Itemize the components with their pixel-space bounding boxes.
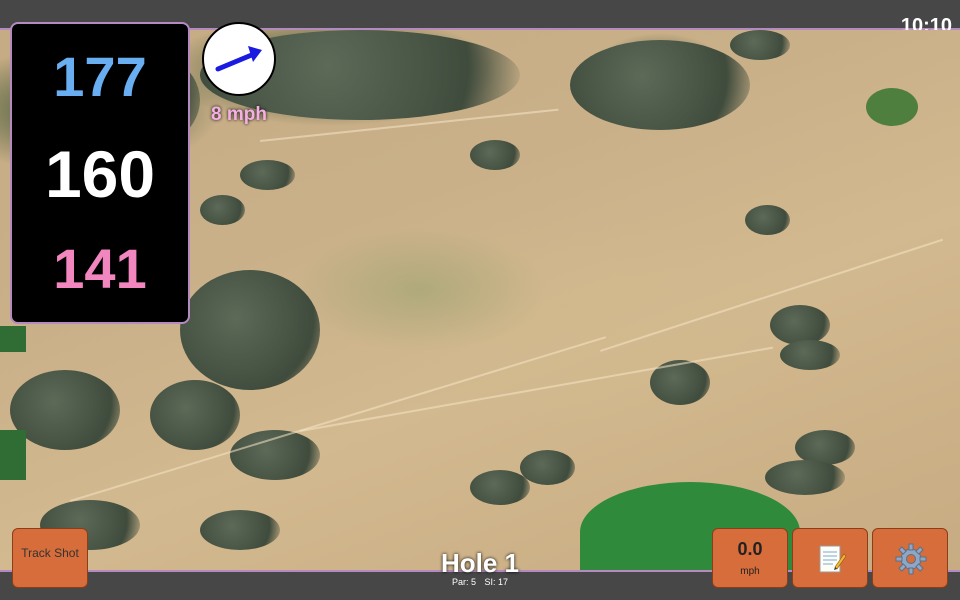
tree: [470, 470, 530, 505]
tree: [470, 140, 520, 170]
tree-cluster: [570, 40, 750, 130]
green-patch: [866, 88, 918, 126]
speed-button[interactable]: 0.0 mph: [712, 528, 788, 588]
tree: [765, 460, 845, 495]
cart-path: [600, 238, 943, 352]
hole-stroke-index: SI: 17: [484, 577, 509, 587]
tree-cluster: [730, 30, 790, 60]
tree: [240, 160, 295, 190]
back-distance: 177: [53, 45, 147, 108]
tree-cluster: [180, 270, 320, 390]
wind-direction-dial: [202, 22, 276, 96]
green-patch: [0, 326, 26, 352]
green-patch: [0, 430, 26, 480]
tree-cluster: [200, 510, 280, 550]
gear-icon: [895, 543, 927, 575]
tree-cluster: [150, 380, 240, 450]
tree: [780, 340, 840, 370]
hole-meta: Par: 5 SI: 17: [380, 577, 580, 587]
tree: [200, 195, 245, 225]
hole-title: Hole 1: [440, 548, 520, 578]
tree-cluster: [10, 370, 120, 450]
tree: [520, 450, 575, 485]
notepad-icon: [819, 545, 847, 573]
tree: [770, 305, 830, 345]
notes-button[interactable]: [792, 528, 868, 588]
front-distance: 141: [53, 237, 147, 300]
speed-unit: mph: [740, 566, 760, 577]
distance-panel: 177 160 141: [10, 22, 190, 324]
middle-distance: 160: [44, 137, 156, 211]
track-shot-button[interactable]: Track Shot: [12, 528, 88, 588]
settings-button[interactable]: [872, 528, 948, 588]
speed-value: 0.0: [737, 539, 763, 559]
hole-par: Par: 5: [451, 577, 476, 587]
wind-speed: 8 mph: [211, 104, 267, 125]
arrow-icon: [215, 46, 262, 72]
tree: [745, 205, 790, 235]
